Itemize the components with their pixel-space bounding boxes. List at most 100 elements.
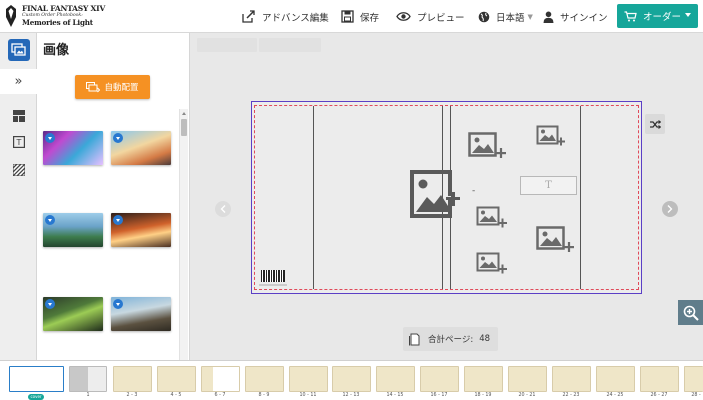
page-thumb[interactable]: [157, 366, 196, 392]
page-thumb[interactable]: [332, 366, 371, 392]
preview-button[interactable]: プレビュー: [396, 0, 465, 33]
slot-dash: -: [472, 186, 476, 196]
top-bar: FINAL FANTASY XIV Custom Order Photobook…: [0, 0, 703, 33]
page-label: 28 -: [691, 393, 701, 398]
disabled-toolbar-button: [197, 38, 257, 52]
save-label: 保存: [360, 12, 380, 24]
page-label: 14 - 15: [386, 393, 404, 398]
edit-icon: [242, 10, 255, 23]
chevron-left-icon: [220, 205, 226, 213]
page-label: 1: [86, 393, 90, 398]
rail-photo-tab[interactable]: [0, 37, 37, 63]
add-photo-placeholder-icon[interactable]: [536, 226, 576, 258]
scroll-thumb[interactable]: [181, 119, 187, 136]
page-label: 18 - 19: [474, 393, 492, 398]
barcode: [261, 270, 285, 282]
photo-thumbnail[interactable]: [43, 131, 103, 165]
page-label: 10 - 11: [299, 393, 317, 398]
shuffle-layout-button[interactable]: [645, 114, 665, 134]
chevron-down-icon: ▼: [527, 12, 533, 21]
text-icon: T: [12, 136, 25, 148]
order-button[interactable]: オーダー: [617, 4, 698, 28]
page-thumb[interactable]: [69, 366, 107, 392]
page-label: 4 - 5: [170, 393, 182, 398]
page-label: 8 - 9: [258, 393, 270, 398]
signin-label: サインイン: [560, 12, 608, 24]
preview-label: プレビュー: [417, 12, 465, 24]
page-thumb[interactable]: [552, 366, 591, 392]
crystal-emblem-icon: [6, 5, 16, 27]
page-label: 26 - 27: [650, 393, 668, 398]
chevron-right-icon: [667, 205, 673, 213]
add-photo-placeholder-icon[interactable]: [536, 125, 566, 151]
logo[interactable]: FINAL FANTASY XIV Custom Order Photobook…: [0, 0, 112, 33]
language-select[interactable]: 日本語 ▼: [478, 0, 533, 33]
save-icon: [341, 10, 354, 23]
zoom-button[interactable]: [678, 300, 703, 325]
rail-background-tab[interactable]: [0, 157, 37, 183]
order-label: オーダー: [643, 12, 682, 23]
photo-thumbnail[interactable]: [111, 213, 171, 247]
page-label: 12 - 13: [342, 393, 360, 398]
page-thumb[interactable]: [464, 366, 503, 392]
next-page-button[interactable]: [662, 201, 678, 217]
user-icon: [543, 11, 554, 23]
total-pages-value: 48: [479, 334, 491, 344]
text-icon-glyph: T: [15, 138, 21, 147]
double-chevron-right-icon: »: [14, 74, 23, 89]
layout-icon: [12, 110, 25, 122]
page-spread[interactable]: - T: [251, 101, 642, 294]
signin-button[interactable]: サインイン: [543, 0, 608, 33]
text-placeholder[interactable]: T: [520, 176, 577, 195]
page-thumbnail-strip: cover 1 2 - 3 4 - 5 6 - 7 8 - 9 10 - 11 …: [0, 360, 703, 400]
panel-scrollbar[interactable]: [179, 109, 188, 360]
auto-arrange-button[interactable]: 自動配置: [75, 75, 150, 99]
photos-icon: [10, 43, 26, 56]
add-photo-placeholder-icon[interactable]: [468, 132, 508, 164]
thumbnail-menu-icon[interactable]: [45, 133, 55, 143]
scroll-up-arrow-icon[interactable]: [182, 112, 186, 115]
photo-thumbnail[interactable]: [111, 297, 171, 331]
total-pages-indicator: 合計ページ: 48: [403, 327, 499, 351]
page-label: 20 - 21: [518, 393, 536, 398]
order-dropdown-caret-icon[interactable]: [685, 13, 691, 17]
thumbnail-menu-icon[interactable]: [113, 299, 123, 309]
photo-thumbnail[interactable]: [43, 297, 103, 331]
photo-panel: 画像 自動配置: [37, 33, 190, 360]
previous-page-button[interactable]: [215, 201, 231, 217]
page-thumb[interactable]: [420, 366, 459, 392]
page-thumb[interactable]: [596, 366, 635, 392]
fold-line: [313, 106, 314, 289]
page-thumb[interactable]: [289, 366, 328, 392]
cover-badge: cover: [28, 394, 44, 400]
thumbnail-menu-icon[interactable]: [45, 299, 55, 309]
rail-text-tab[interactable]: T: [0, 129, 37, 155]
page-thumb[interactable]: [508, 366, 547, 392]
tool-rail: » T: [0, 33, 37, 360]
advanced-edit-label: アドバンス編集: [262, 12, 329, 24]
advanced-edit-button[interactable]: アドバンス編集: [242, 0, 329, 33]
rail-layout-tab[interactable]: [0, 103, 37, 129]
thumbnail-menu-icon[interactable]: [113, 215, 123, 225]
add-photo-placeholder-icon[interactable]: [476, 206, 508, 232]
thumbnail-menu-icon[interactable]: [45, 215, 55, 225]
logo-product: Memories of Light: [22, 18, 93, 28]
photo-thumbnail[interactable]: [43, 213, 103, 247]
page-thumb[interactable]: [684, 366, 703, 392]
page-thumb[interactable]: [245, 366, 284, 392]
rail-expand-button[interactable]: »: [0, 69, 37, 94]
page-thumb[interactable]: [640, 366, 679, 392]
add-photo-placeholder-icon[interactable]: [476, 252, 508, 278]
save-button[interactable]: 保存: [341, 0, 379, 33]
pages-icon: [409, 333, 420, 345]
page-thumb[interactable]: [113, 366, 152, 392]
cart-icon: [624, 10, 637, 21]
add-photo-placeholder-icon[interactable]: [410, 170, 462, 222]
page-thumb-cover[interactable]: [9, 366, 64, 392]
photo-thumbnail[interactable]: [111, 131, 171, 165]
page-label: 6 - 7: [214, 393, 226, 398]
eye-icon: [396, 12, 411, 21]
thumbnail-menu-icon[interactable]: [113, 133, 123, 143]
page-thumb[interactable]: [376, 366, 415, 392]
page-thumb[interactable]: [201, 366, 240, 392]
